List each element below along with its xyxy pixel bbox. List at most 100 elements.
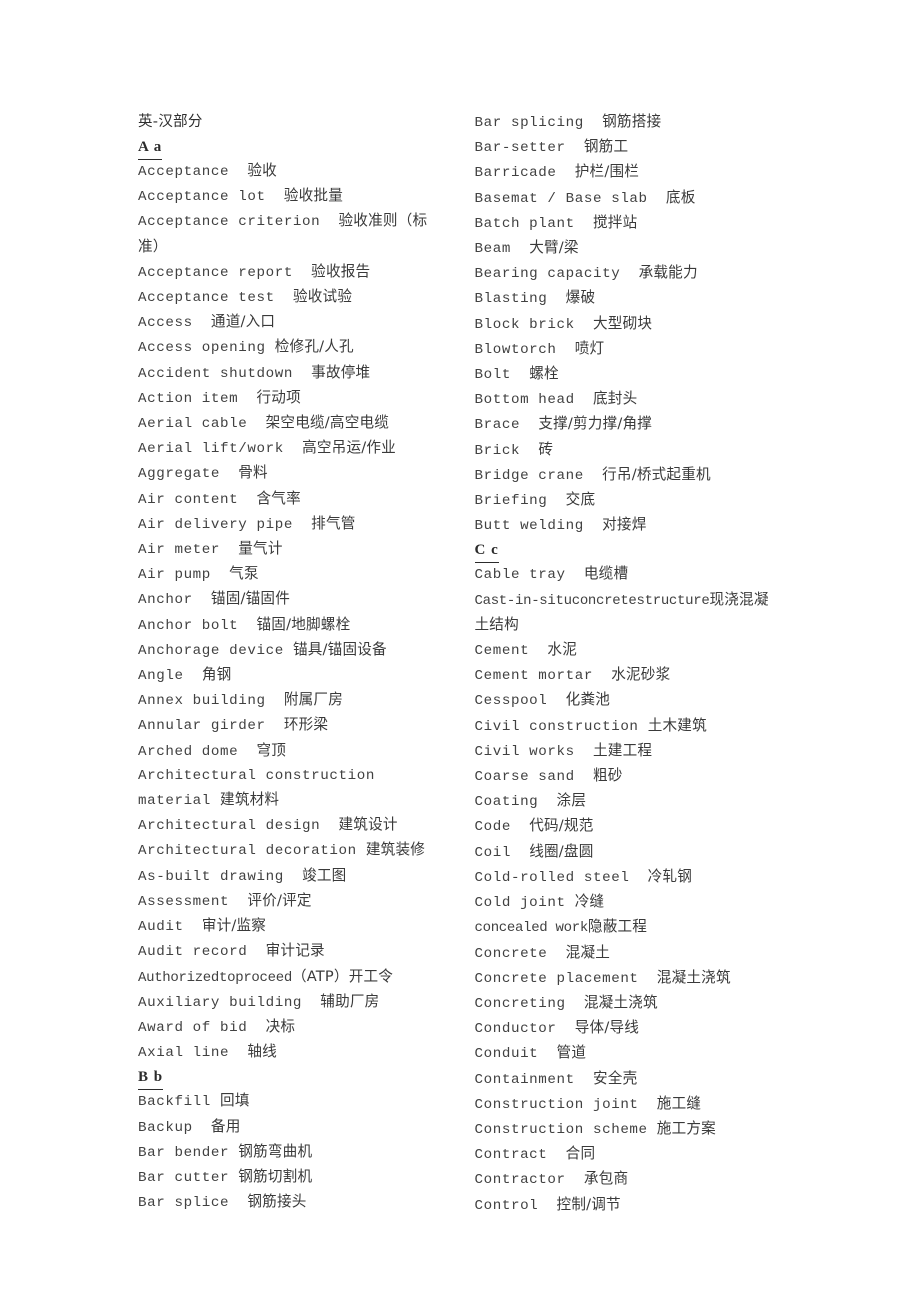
entry-term-en: Audit bbox=[138, 919, 184, 936]
entry-term-en: Award of bid bbox=[138, 1019, 248, 1036]
entry-gap bbox=[220, 466, 238, 482]
glossary-entry: Auxiliary building 辅助厂房 bbox=[138, 990, 446, 1015]
glossary-entry: Backup 备用 bbox=[138, 1115, 446, 1140]
entry-term-en: Assessment bbox=[138, 893, 230, 910]
entry-term-en: Construction joint bbox=[474, 1096, 639, 1113]
entry-term-en: Annular girder bbox=[138, 718, 266, 735]
entry-term-en: Acceptance bbox=[138, 164, 230, 180]
entry-gap bbox=[211, 793, 220, 809]
letter-heading: C c bbox=[474, 539, 499, 564]
entry-term-en: Cold joint bbox=[474, 895, 566, 912]
entry-term-zh: 粗砂 bbox=[593, 767, 623, 785]
entry-gap bbox=[547, 946, 565, 962]
glossary-entry: As-built drawing 竣工图 bbox=[138, 864, 446, 889]
entry-term-en: Beam bbox=[474, 241, 511, 258]
entry-term-zh: 支撑/剪力撑/角撑 bbox=[538, 415, 653, 433]
entry-term-en: Construction scheme bbox=[474, 1121, 648, 1138]
entry-term-zh: 附属厂房 bbox=[283, 691, 344, 709]
glossary-entry: Cable tray 电缆槽 bbox=[475, 562, 783, 587]
entry-gap bbox=[193, 592, 211, 608]
entry-term-en: Acceptance report bbox=[138, 264, 293, 281]
entry-term-en: Basemat / Base slab bbox=[474, 190, 648, 207]
entry-gap bbox=[639, 1097, 657, 1113]
glossary-entry: Bar splicing 钢筋搭接 bbox=[475, 110, 783, 135]
entry-gap bbox=[584, 115, 602, 131]
entry-term-zh: 决标 bbox=[265, 1017, 296, 1035]
glossary-entry: Anchor bolt 锚固/地脚螺栓 bbox=[138, 613, 446, 638]
entry-term-en: Cable tray bbox=[474, 567, 566, 584]
entry-term-zh: 护栏/围栏 bbox=[574, 163, 640, 181]
entry-term-en: Access bbox=[138, 315, 193, 332]
entry-term-zh: 搅拌站 bbox=[593, 213, 638, 231]
entry-term-en: Architectural decoration bbox=[138, 843, 357, 860]
entry-gap bbox=[547, 493, 565, 509]
glossary-entry: Bolt 螺栓 bbox=[475, 362, 783, 387]
entry-term-zh: 混凝土浇筑 bbox=[656, 968, 731, 986]
entry-term-zh: 验收 bbox=[247, 162, 277, 179]
entry-term-zh: 对接焊 bbox=[602, 516, 647, 534]
entry-term-en: Audit record bbox=[138, 944, 248, 961]
entry-gap bbox=[266, 189, 284, 205]
glossary-entry: Acceptance test 验收试验 bbox=[138, 285, 446, 310]
entry-gap bbox=[566, 996, 584, 1012]
glossary-entry: Coarse sand 粗砂 bbox=[475, 764, 783, 789]
entry-gap bbox=[620, 266, 638, 282]
entry-term-zh: 钢筋搭接 bbox=[602, 113, 662, 130]
glossary-entry: Beam 大臂/梁 bbox=[475, 236, 783, 261]
entry-term-en: Concreting bbox=[474, 995, 566, 1012]
glossary-entry: Bar bender 钢筋弯曲机 bbox=[138, 1140, 446, 1165]
entry-term-en: Annex building bbox=[138, 693, 266, 710]
glossary-entry: Brace 支撑/剪力撑/角撑 bbox=[475, 412, 783, 437]
entry-term-zh: 检修孔/人孔 bbox=[274, 338, 354, 356]
entry-term-en: Axial line bbox=[138, 1045, 230, 1062]
entry-term-en: Aerial lift/work bbox=[138, 441, 284, 458]
entry-term-zh: 高空吊运/作业 bbox=[302, 439, 396, 457]
entry-gap bbox=[648, 191, 666, 207]
glossary-entry: Audit record 审计记录 bbox=[138, 939, 446, 964]
entry-gap bbox=[575, 216, 593, 232]
entry-term-en: As-built drawing bbox=[138, 868, 284, 885]
glossary-entry: Coating 涂层 bbox=[475, 789, 783, 814]
glossary-entry: Air delivery pipe 排气管 bbox=[138, 512, 446, 537]
entry-gap bbox=[184, 668, 202, 684]
entry-term-zh: 砖 bbox=[538, 440, 554, 458]
entry-term-en: Anchor bolt bbox=[138, 617, 239, 634]
entry-gap bbox=[593, 668, 611, 684]
entry-term-zh: 量气计 bbox=[238, 540, 283, 558]
entry-gap bbox=[211, 567, 229, 583]
entry-term-zh: 水泥 bbox=[547, 641, 578, 659]
glossary-entry: Code 代码/规范 bbox=[475, 814, 783, 839]
entry-term-en: Air pump bbox=[138, 567, 211, 584]
entry-gap bbox=[184, 919, 202, 935]
entry-term-en: Backup bbox=[138, 1119, 193, 1136]
glossary-entry: Conductor 导体/导线 bbox=[475, 1016, 783, 1041]
entry-term-en: Bottom head bbox=[474, 392, 575, 409]
entry-term-en: Anchor bbox=[138, 592, 193, 609]
glossary-entry: Control 控制/调节 bbox=[475, 1193, 783, 1218]
entry-term-en: Accident shutdown bbox=[138, 365, 293, 382]
glossary-entry: Bar-setter 钢筋工 bbox=[475, 135, 783, 160]
entry-term-zh: 施工方案 bbox=[656, 1119, 716, 1137]
entry-gap bbox=[511, 845, 529, 861]
entry-gap bbox=[284, 869, 302, 885]
page-sheet: 英-汉部分 A a Acceptance 验收 Acceptance lot 验收批量… bbox=[0, 0, 920, 1302]
glossary-entry: Axial line 轴线 bbox=[138, 1040, 446, 1065]
entry-term-en: Action item bbox=[138, 390, 239, 407]
entry-gap bbox=[238, 492, 256, 508]
entry-term-en: Aerial cable bbox=[138, 416, 248, 433]
entry-gap bbox=[639, 971, 657, 987]
glossary-entry: Conduit 管道 bbox=[475, 1041, 783, 1066]
entry-term-en: Cast-in-situconcretestructure bbox=[474, 592, 710, 609]
entry-gap bbox=[229, 1195, 247, 1211]
entry-term-zh: 锚固/地脚螺栓 bbox=[256, 615, 351, 633]
entry-term-zh: 线圈/盘圆 bbox=[529, 842, 594, 860]
entry-gap bbox=[538, 794, 556, 810]
entry-term-zh: 大型砌块 bbox=[593, 314, 653, 332]
entry-term-zh: 审计/监察 bbox=[201, 917, 267, 935]
glossary-entry: Briefing 交底 bbox=[475, 488, 783, 513]
entry-gap bbox=[575, 744, 593, 760]
entry-gap bbox=[211, 1094, 220, 1110]
entry-term-zh: 底板 bbox=[665, 188, 696, 206]
glossary-entry: Construction scheme 施工方案 bbox=[475, 1117, 783, 1142]
entry-term-en: Control bbox=[474, 1197, 539, 1214]
